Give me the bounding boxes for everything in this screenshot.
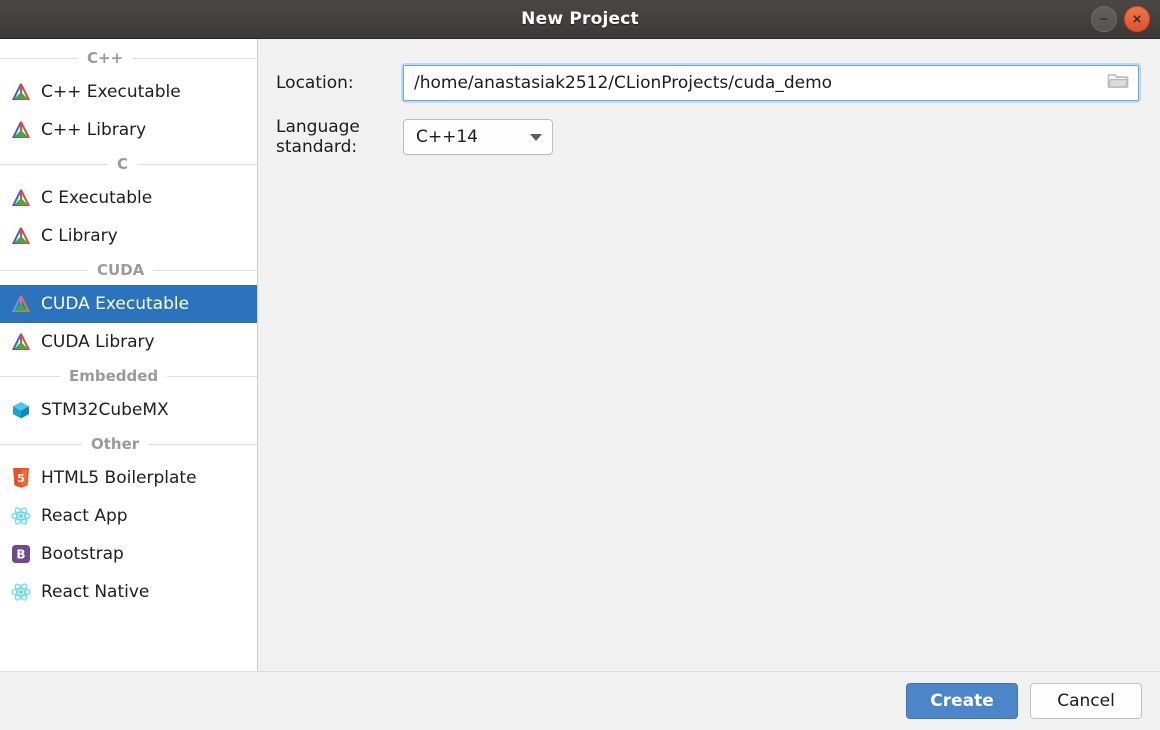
location-input[interactable]: /home/anastasiak2512/CLionProjects/cuda_… (403, 65, 1139, 101)
react-icon (10, 581, 32, 603)
language-standard-value: C++14 (416, 127, 478, 147)
divider-line (148, 443, 257, 445)
list-item-cpp-executable[interactable]: C++ Executable (0, 73, 257, 111)
close-button[interactable] (1124, 6, 1150, 32)
list-item-react-app[interactable]: React App (0, 497, 257, 535)
divider-line (167, 375, 257, 377)
clion-triangle-icon (10, 225, 32, 247)
section-label: Other (91, 435, 140, 453)
divider-line (0, 163, 108, 165)
clion-triangle-icon (10, 293, 32, 315)
list-item-label: C++ Library (41, 120, 147, 140)
location-row: Location: /home/anastasiak2512/CLionProj… (276, 65, 1142, 101)
list-item-label: CUDA Library (41, 332, 155, 352)
folder-icon (1107, 72, 1129, 94)
list-item-bootstrap[interactable]: B Bootstrap (0, 535, 257, 573)
list-item-stm32cubemx[interactable]: STM32CubeMX (0, 391, 257, 429)
create-button[interactable]: Create (906, 683, 1018, 719)
chevron-down-icon (530, 133, 542, 141)
divider-line (137, 163, 257, 165)
clion-triangle-icon (10, 119, 32, 141)
list-item-react-native[interactable]: React Native (0, 573, 257, 611)
minimize-icon (1098, 13, 1110, 25)
new-project-dialog: New Project C++ C++ Executable C++ Libra… (0, 0, 1160, 730)
list-item-cuda-library[interactable]: CUDA Library (0, 323, 257, 361)
divider-line (0, 57, 78, 59)
cube-icon (10, 399, 32, 421)
titlebar: New Project (0, 0, 1160, 39)
divider-line (132, 57, 257, 59)
section-header-c: C (0, 149, 257, 179)
section-header-cpp: C++ (0, 43, 257, 73)
list-item-label: React Native (41, 582, 150, 602)
project-settings-panel: Location: /home/anastasiak2512/CLionProj… (258, 39, 1160, 671)
window-controls (1091, 0, 1150, 38)
html5-icon: 5 (10, 467, 32, 489)
list-item-label: STM32CubeMX (41, 400, 169, 420)
divider-line (0, 375, 60, 377)
list-item-label: Bootstrap (41, 544, 124, 564)
section-label: CUDA (97, 261, 145, 279)
close-icon (1131, 13, 1143, 25)
list-item-label: HTML5 Boilerplate (41, 468, 197, 488)
browse-folder-button[interactable] (1106, 71, 1130, 95)
language-standard-row: Language standard: C++14 (276, 117, 1142, 157)
cancel-button[interactable]: Cancel (1030, 683, 1142, 719)
section-header-cuda: CUDA (0, 255, 257, 285)
project-template-list[interactable]: C++ C++ Executable C++ Library C C Execu… (0, 39, 258, 672)
bootstrap-icon: B (10, 543, 32, 565)
location-label: Location: (276, 73, 354, 93)
clion-triangle-icon (10, 331, 32, 353)
list-item-cuda-executable[interactable]: CUDA Executable (0, 285, 257, 323)
section-header-other: Other (0, 429, 257, 459)
dialog-footer: Create Cancel (0, 671, 1160, 730)
list-item-label: React App (41, 506, 128, 526)
list-item-html5-boilerplate[interactable]: 5 HTML5 Boilerplate (0, 459, 257, 497)
language-standard-label: Language standard: (276, 117, 360, 157)
list-item-label: CUDA Executable (41, 294, 190, 314)
divider-line (153, 269, 257, 271)
language-standard-select[interactable]: C++14 (403, 119, 553, 155)
clion-triangle-icon (10, 81, 32, 103)
react-icon (10, 505, 32, 527)
svg-text:B: B (16, 548, 25, 562)
list-item-cpp-library[interactable]: C++ Library (0, 111, 257, 149)
divider-line (0, 443, 82, 445)
list-item-label: C++ Executable (41, 82, 181, 102)
divider-line (0, 269, 88, 271)
list-item-label: C Library (41, 226, 118, 246)
list-item-c-executable[interactable]: C Executable (0, 179, 257, 217)
section-label: Embedded (69, 367, 159, 385)
section-label: C (117, 155, 129, 173)
list-item-label: C Executable (41, 188, 153, 208)
minimize-button[interactable] (1091, 6, 1117, 32)
location-input-value[interactable]: /home/anastasiak2512/CLionProjects/cuda_… (414, 73, 1106, 93)
section-label: C++ (87, 49, 124, 67)
list-item-c-library[interactable]: C Library (0, 217, 257, 255)
clion-triangle-icon (10, 187, 32, 209)
dialog-body: C++ C++ Executable C++ Library C C Execu… (0, 39, 1160, 672)
window-title: New Project (521, 9, 639, 29)
svg-text:5: 5 (17, 472, 25, 485)
section-header-embedded: Embedded (0, 361, 257, 391)
